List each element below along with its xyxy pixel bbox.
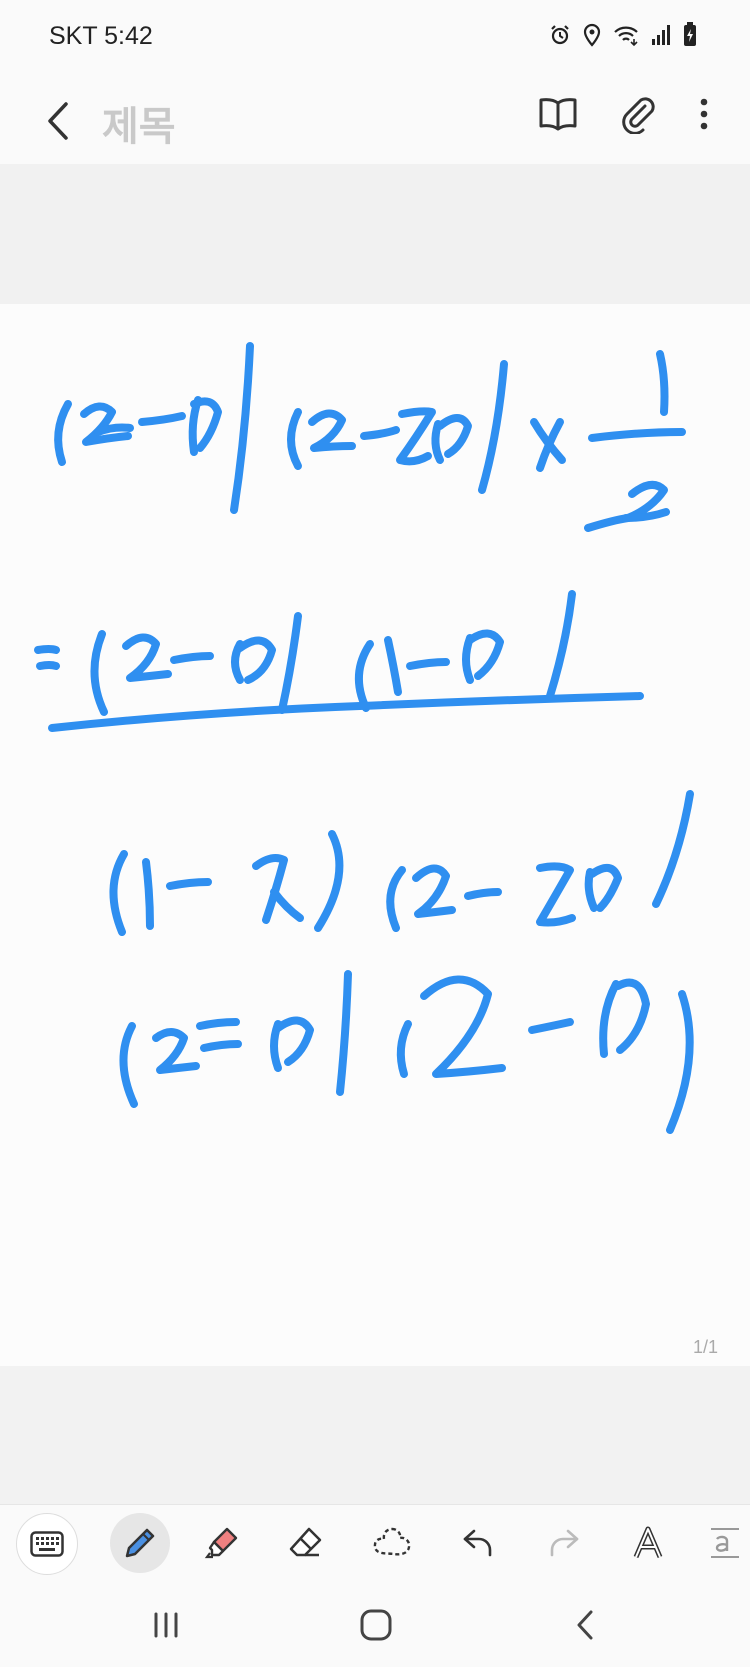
app-bar: 제목	[0, 76, 750, 164]
stroke-line3	[536, 862, 576, 927]
eraser-icon	[289, 1527, 322, 1557]
system-back-button[interactable]	[556, 1602, 616, 1647]
signal-icon	[650, 23, 672, 47]
stroke-line4	[396, 1020, 412, 1078]
wifi-icon	[612, 23, 640, 47]
lasso-icon	[373, 1527, 411, 1556]
stroke-line4	[420, 975, 506, 1078]
attach-icon[interactable]	[618, 94, 658, 134]
stroke-line1	[360, 426, 400, 440]
stroke-line4	[666, 990, 694, 1134]
chevron-left-icon	[48, 102, 68, 140]
stroke-line2	[122, 633, 172, 682]
redo-button[interactable]	[534, 1513, 594, 1573]
status-icons	[548, 22, 698, 48]
stroke-line2	[406, 658, 450, 670]
stroke-line4	[119, 1022, 138, 1108]
stroke-line1	[54, 400, 72, 466]
stroke-line3	[588, 864, 622, 912]
stroke-line2	[90, 630, 108, 716]
stroke-line4	[152, 1028, 200, 1074]
stroke-line3	[464, 888, 502, 900]
stroke-line3	[412, 864, 456, 918]
stroke-line2	[236, 636, 276, 684]
status-carrier-time: SKT 5:42	[49, 22, 153, 50]
location-icon	[582, 23, 602, 47]
stroke-line1	[478, 360, 508, 494]
stroke-line1	[656, 350, 669, 416]
stroke-line2	[278, 612, 302, 714]
status-bar: SKT 5:42	[0, 0, 750, 76]
text-recognize-icon	[711, 1528, 739, 1558]
stroke-line4	[599, 980, 620, 1058]
stroke-line3	[314, 830, 344, 932]
recent-apps-icon	[154, 1612, 178, 1637]
stroke-line1	[396, 407, 436, 466]
back-icon	[577, 1610, 593, 1639]
top-actions	[538, 94, 710, 134]
stroke-line3	[270, 888, 304, 922]
highlighter-tool-button[interactable]	[192, 1513, 252, 1573]
home-icon	[360, 1609, 392, 1640]
stroke-line1	[436, 414, 472, 458]
stroke-line3	[652, 790, 694, 908]
stroke-line2	[546, 590, 576, 700]
navigation-bar	[0, 1582, 750, 1667]
drawing-toolbar	[0, 1504, 750, 1583]
page-margin-bottom	[0, 1366, 750, 1504]
recent-apps-button[interactable]	[136, 1602, 196, 1647]
note-title[interactable]: 제목	[102, 94, 176, 152]
stroke-line1	[94, 423, 134, 436]
text-style-icon	[633, 1526, 663, 1558]
stroke-line2	[170, 652, 214, 664]
battery-icon	[682, 22, 698, 48]
stroke-line3	[142, 858, 154, 930]
stroke-line3	[109, 850, 128, 936]
reading-mode-icon[interactable]	[538, 96, 578, 132]
stroke-line2	[462, 634, 474, 684]
stroke-line1	[588, 428, 686, 442]
stroke-line1	[138, 412, 186, 426]
keyboard-button[interactable]	[16, 1513, 78, 1575]
handwriting-canvas[interactable]: 1/1	[0, 304, 750, 1367]
undo-button[interactable]	[448, 1513, 508, 1573]
pen-icon	[125, 1528, 155, 1558]
stroke-line1	[287, 408, 302, 470]
stroke-line2	[384, 636, 402, 696]
pen-tool-button[interactable]	[110, 1513, 170, 1573]
text-style-button[interactable]	[618, 1513, 678, 1573]
stroke-line2	[466, 629, 504, 680]
home-button[interactable]	[346, 1602, 406, 1647]
stroke-line2	[34, 645, 60, 654]
stroke-line4	[336, 970, 352, 1096]
stroke-line2	[354, 640, 374, 712]
stroke-line4	[196, 1018, 240, 1030]
stroke-line4	[200, 1040, 242, 1052]
stroke-line3	[166, 878, 212, 890]
stroke-line4	[528, 1018, 574, 1034]
highlighter-icon	[204, 1527, 238, 1559]
page-margin-top	[0, 164, 750, 304]
stroke-line2	[36, 661, 60, 670]
stroke-line3	[252, 854, 288, 924]
stroke-line1	[230, 342, 254, 514]
stroke-line2	[48, 692, 644, 732]
undo-icon	[463, 1529, 492, 1557]
keyboard-icon	[30, 1531, 64, 1557]
more-icon[interactable]	[698, 94, 710, 134]
back-button[interactable]	[40, 96, 80, 146]
lasso-tool-button[interactable]	[362, 1513, 422, 1573]
eraser-tool-button[interactable]	[276, 1513, 336, 1573]
handwriting-strokes	[34, 342, 694, 1134]
alarm-icon	[548, 23, 572, 47]
stroke-line3	[386, 866, 406, 932]
text-recognize-button[interactable]	[700, 1513, 750, 1573]
stroke-line4	[274, 1016, 314, 1066]
stroke-line4	[614, 978, 650, 1054]
page-indicator: 1/1	[692, 1337, 718, 1357]
redo-icon	[550, 1529, 579, 1557]
stroke-line1	[308, 409, 356, 452]
